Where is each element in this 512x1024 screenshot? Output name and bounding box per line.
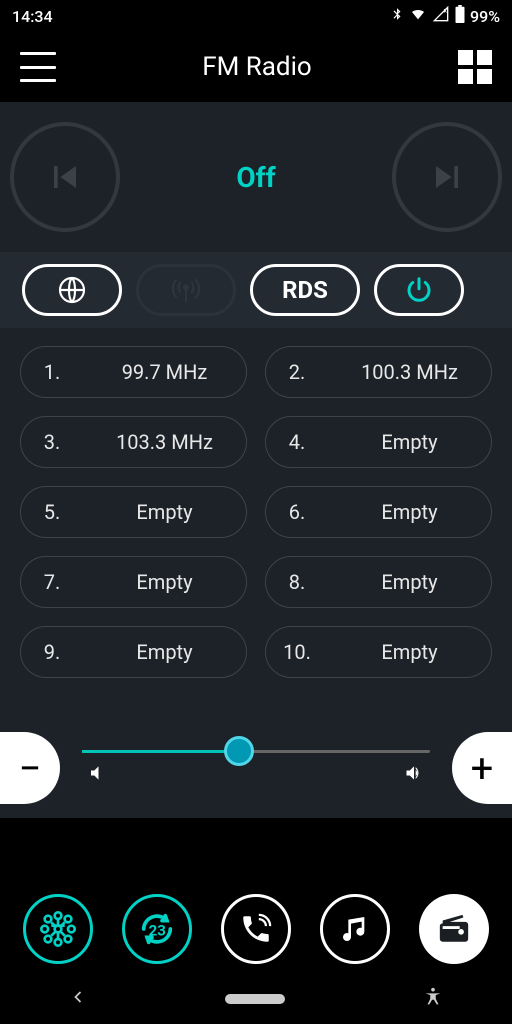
volume-row: − + (0, 718, 512, 818)
presets-grid: 1.99.7 MHz 2.100.3 MHz 3.103.3 MHz 4.Emp… (0, 328, 512, 688)
radio-state-label: Off (236, 161, 275, 194)
preset-8[interactable]: 8.Empty (265, 556, 492, 608)
dock-ptt-button[interactable]: 23 (122, 894, 192, 964)
refresh-number-icon: 23 (137, 909, 177, 949)
antenna-icon (170, 274, 202, 306)
power-button[interactable] (374, 264, 464, 316)
nav-bar (0, 974, 512, 1024)
menu-button[interactable] (20, 52, 56, 82)
skip-previous-button[interactable] (10, 122, 120, 232)
volume-thumb[interactable] (224, 736, 254, 766)
globe-icon (56, 274, 88, 306)
network-icon (38, 909, 78, 949)
status-bar: 14:34 x 99% (0, 0, 512, 32)
mode-row: RDS (0, 252, 512, 328)
bottom-dock: 23 (0, 884, 512, 974)
svg-text:23: 23 (148, 922, 165, 940)
volume-slider-area (60, 750, 452, 787)
status-icons: x 99% (390, 5, 500, 27)
nav-accessibility-button[interactable] (422, 986, 444, 1012)
preset-4[interactable]: 4.Empty (265, 416, 492, 468)
radio-icon (437, 912, 471, 946)
preset-9[interactable]: 9.Empty (20, 626, 247, 678)
skip-next-button[interactable] (392, 122, 502, 232)
preset-10[interactable]: 10.Empty (265, 626, 492, 678)
grid-view-button[interactable] (458, 50, 492, 84)
rds-label: RDS (282, 276, 328, 304)
volume-down-button[interactable]: − (0, 732, 60, 804)
battery-icon (454, 5, 466, 27)
nav-home-button[interactable] (225, 994, 285, 1004)
power-icon (404, 275, 434, 305)
tune-row: Off (0, 102, 512, 252)
preset-5[interactable]: 5.Empty (20, 486, 247, 538)
volume-fill (82, 750, 239, 753)
volume-high-icon (402, 763, 426, 787)
antenna-button[interactable] (136, 264, 236, 316)
title-bar: FM Radio (0, 32, 512, 102)
preset-3[interactable]: 3.103.3 MHz (20, 416, 247, 468)
dock-radio-button[interactable] (419, 894, 489, 964)
preset-7[interactable]: 7.Empty (20, 556, 247, 608)
status-time: 14:34 (12, 7, 53, 26)
dock-phone-button[interactable] (221, 894, 291, 964)
volume-slider[interactable] (82, 750, 430, 753)
signal-icon: x (432, 6, 450, 26)
music-note-icon (339, 913, 371, 945)
dock-music-button[interactable] (320, 894, 390, 964)
preset-1[interactable]: 1.99.7 MHz (20, 346, 247, 398)
volume-up-button[interactable]: + (452, 732, 512, 804)
rds-button[interactable]: RDS (250, 264, 360, 316)
volume-low-icon (86, 763, 106, 787)
region-button[interactable] (22, 264, 122, 316)
dock-network-button[interactable] (23, 894, 93, 964)
radio-panel: Off RDS 1.99.7 MHz 2.100.3 MHz 3.103.3 M… (0, 102, 512, 818)
battery-percent: 99% (470, 7, 500, 26)
app-title: FM Radio (202, 52, 312, 82)
preset-6[interactable]: 6.Empty (265, 486, 492, 538)
bluetooth-icon (390, 5, 404, 27)
phone-icon (239, 912, 273, 946)
preset-2[interactable]: 2.100.3 MHz (265, 346, 492, 398)
nav-back-button[interactable] (68, 987, 88, 1011)
wifi-icon (408, 6, 428, 26)
